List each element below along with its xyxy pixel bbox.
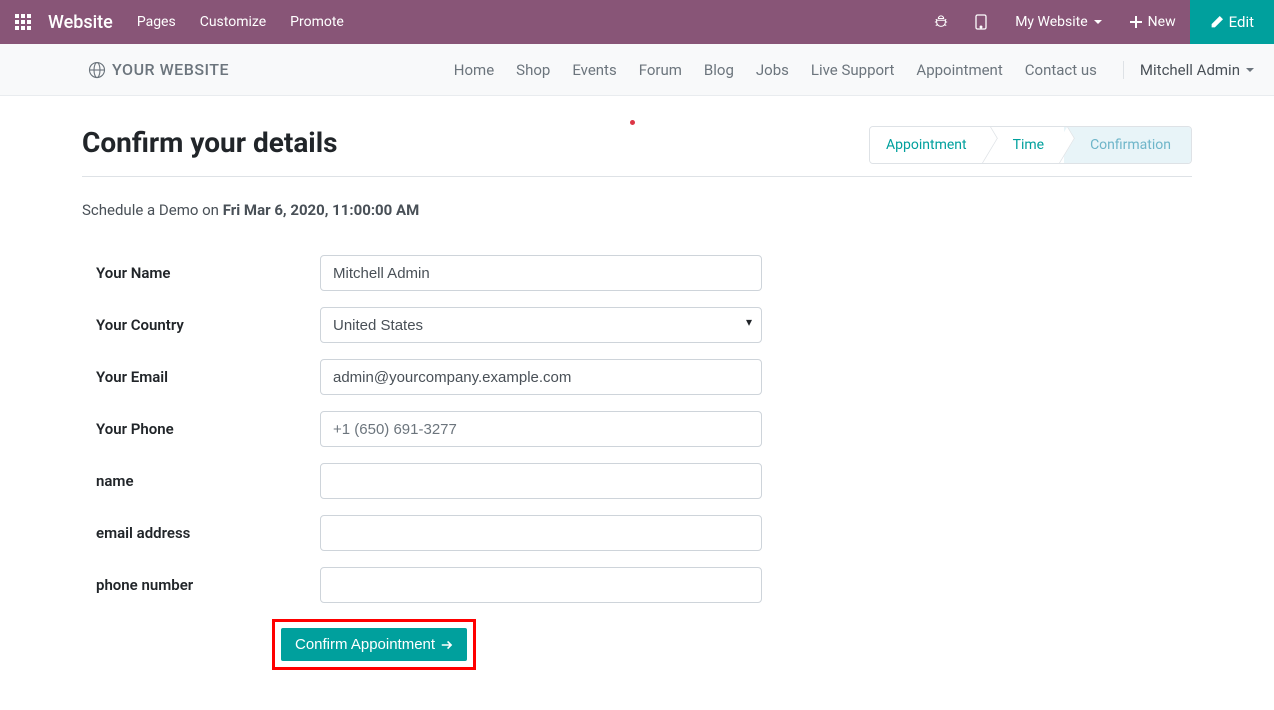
topbar-menu-customize[interactable]: Customize [200, 14, 266, 30]
nav-appointment[interactable]: Appointment [916, 61, 1002, 79]
pencil-icon [1210, 16, 1223, 29]
nav-live-support[interactable]: Live Support [811, 61, 895, 79]
confirm-label: Confirm Appointment [295, 636, 435, 653]
button-row: Confirm Appointment [82, 619, 1192, 670]
topbar-menu-promote[interactable]: Promote [290, 14, 344, 30]
label-your-phone: Your Phone [82, 420, 320, 438]
nav-forum[interactable]: Forum [639, 61, 682, 79]
details-form: Your Name Your Country United States You… [82, 255, 1192, 670]
input-your-phone[interactable] [320, 411, 762, 447]
chevron-down-icon [1246, 68, 1254, 72]
topbar: Website Pages Customize Promote My Websi… [0, 0, 1274, 44]
confirm-appointment-button[interactable]: Confirm Appointment [281, 628, 467, 661]
nav-home[interactable]: Home [454, 61, 494, 79]
mobile-icon[interactable] [961, 0, 1001, 44]
label-your-name: Your Name [82, 264, 320, 282]
site-logo-text: YOUR WEBSITE [112, 60, 229, 79]
topbar-menu-pages[interactable]: Pages [137, 14, 176, 30]
my-website-dropdown[interactable]: My Website [1001, 0, 1115, 44]
bug-icon[interactable] [921, 0, 961, 44]
row-your-country: Your Country United States [82, 307, 1192, 343]
nav-events[interactable]: Events [572, 61, 616, 79]
app-title[interactable]: Website [48, 12, 113, 33]
label-phone-number: phone number [82, 576, 320, 594]
confirm-highlight: Confirm Appointment [272, 619, 476, 670]
wizard-step-label: Appointment [886, 137, 967, 153]
wizard-step-label: Confirmation [1090, 137, 1171, 153]
page-title: Confirm your details [82, 126, 338, 159]
wizard-breadcrumb: Appointment Time Confirmation [869, 126, 1192, 164]
input-phone-number[interactable] [320, 567, 762, 603]
label-your-email: Your Email [82, 368, 320, 386]
nav-jobs[interactable]: Jobs [756, 61, 789, 79]
globe-icon [88, 61, 106, 79]
row-phone-number: phone number [82, 567, 1192, 603]
wizard-step-appointment[interactable]: Appointment [870, 127, 987, 163]
schedule-time: Fri Mar 6, 2020, 11:00:00 AM [223, 201, 420, 219]
input-name[interactable] [320, 463, 762, 499]
edit-button[interactable]: Edit [1190, 0, 1274, 44]
site-navbar: YOUR WEBSITE Home Shop Events Forum Blog… [0, 44, 1274, 96]
wizard-step-label: Time [1013, 137, 1044, 153]
label-email-address: email address [82, 524, 320, 542]
row-your-email: Your Email [82, 359, 1192, 395]
select-your-country[interactable]: United States [320, 307, 762, 343]
apps-icon[interactable] [8, 7, 38, 37]
row-email-address: email address [82, 515, 1192, 551]
page-header: Confirm your details Appointment Time Co… [82, 96, 1192, 177]
schedule-prefix: Schedule a Demo on [82, 201, 223, 219]
input-email-address[interactable] [320, 515, 762, 551]
schedule-line: Schedule a Demo on Fri Mar 6, 2020, 11:0… [82, 201, 1192, 219]
input-your-email[interactable] [320, 359, 762, 395]
chevron-down-icon [1094, 20, 1102, 24]
nav-contact[interactable]: Contact us [1025, 61, 1097, 79]
plus-icon [1130, 16, 1142, 28]
nav-shop[interactable]: Shop [516, 61, 550, 79]
main-container: Confirm your details Appointment Time Co… [82, 96, 1192, 710]
arrow-right-icon [441, 639, 453, 651]
row-name: name [82, 463, 1192, 499]
nav-blog[interactable]: Blog [704, 61, 734, 79]
wizard-step-time[interactable]: Time [987, 127, 1064, 163]
new-label: New [1148, 14, 1176, 30]
my-website-label: My Website [1015, 14, 1087, 30]
edit-label: Edit [1229, 13, 1254, 31]
site-nav: Home Shop Events Forum Blog Jobs Live Su… [454, 61, 1254, 79]
new-button[interactable]: New [1116, 0, 1190, 44]
input-your-name[interactable] [320, 255, 762, 291]
user-name: Mitchell Admin [1140, 61, 1240, 79]
row-your-phone: Your Phone [82, 411, 1192, 447]
wizard-step-confirmation[interactable]: Confirmation [1064, 127, 1191, 163]
label-name: name [82, 472, 320, 490]
topbar-menu: Pages Customize Promote [137, 14, 344, 30]
label-your-country: Your Country [82, 316, 320, 334]
topbar-right: My Website New Edit [921, 0, 1274, 44]
site-logo[interactable]: YOUR WEBSITE [88, 60, 229, 79]
row-your-name: Your Name [82, 255, 1192, 291]
user-dropdown[interactable]: Mitchell Admin [1123, 61, 1254, 79]
